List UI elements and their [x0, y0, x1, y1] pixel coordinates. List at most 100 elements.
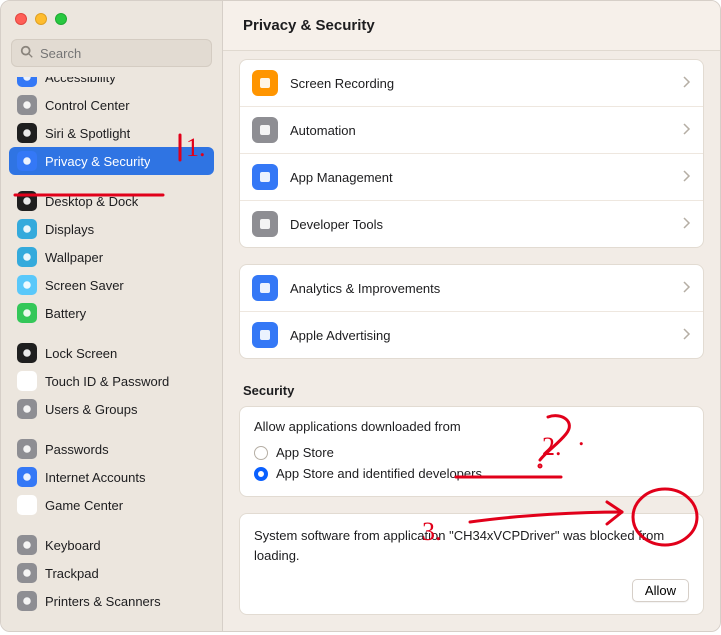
sidebar-item-users-groups[interactable]: Users & Groups: [9, 395, 214, 423]
sidebar-item-label: Displays: [45, 222, 94, 237]
chevron-right-icon: [683, 170, 691, 185]
sidebar-item-label: Battery: [45, 306, 86, 321]
sidebar: Accessibility Control Center Siri & Spotli…: [1, 1, 223, 631]
key-icon: [17, 439, 37, 459]
trackpad-icon: [17, 563, 37, 583]
sidebar-item-desktop-dock[interactable]: Desktop & Dock: [9, 187, 214, 215]
screensaver-icon: [17, 275, 37, 295]
sidebar-item-lock-screen[interactable]: Lock Screen: [9, 339, 214, 367]
automation-icon: [252, 117, 278, 143]
radio-label: App Store and identified developers: [276, 466, 482, 481]
sidebar-item-label: Lock Screen: [45, 346, 117, 361]
sidebar-item-label: Desktop & Dock: [45, 194, 138, 209]
sidebar-item-battery[interactable]: Battery: [9, 299, 214, 327]
dock-icon: [17, 191, 37, 211]
sidebar-item-siri-spotlight[interactable]: Siri & Spotlight: [9, 119, 214, 147]
wallpaper-icon: [17, 247, 37, 267]
sidebar-nav: Accessibility Control Center Siri & Spotli…: [1, 77, 222, 631]
zoom-window-button[interactable]: [55, 13, 67, 25]
radio-checked-icon: [254, 467, 268, 481]
sidebar-item-trackpad[interactable]: Trackpad: [9, 559, 214, 587]
sidebar-item-label: Siri & Spotlight: [45, 126, 130, 141]
main-pane: Privacy & Security Screen RecordingAutom…: [223, 1, 720, 631]
siri-icon: [17, 123, 37, 143]
chevron-right-icon: [683, 76, 691, 91]
screen-recording-icon: [252, 70, 278, 96]
row-label: Automation: [290, 123, 671, 138]
row-label: Developer Tools: [290, 217, 671, 232]
privacy-list-2: Analytics & Improvements Apple Advertisin…: [239, 264, 704, 359]
gamecenter-icon: [17, 495, 37, 515]
chevron-right-icon: [683, 217, 691, 232]
sidebar-item-passwords[interactable]: Passwords: [9, 435, 214, 463]
row-label: Analytics & Improvements: [290, 281, 671, 296]
blocked-app-name: "CH34xVCPDriver": [449, 528, 559, 543]
printer-icon: [17, 591, 37, 611]
sidebar-item-internet-accounts[interactable]: Internet Accounts: [9, 463, 214, 491]
sidebar-item-keyboard[interactable]: Keyboard: [9, 531, 214, 559]
download-sources-title: Allow applications downloaded from: [254, 419, 689, 434]
blocked-message: System software from application "CH34xV…: [254, 526, 689, 565]
sidebar-item-label: Screen Saver: [45, 278, 124, 293]
sidebar-item-screen-saver[interactable]: Screen Saver: [9, 271, 214, 299]
search-icon: [20, 45, 40, 62]
advertising-icon: [252, 322, 278, 348]
row-label: Apple Advertising: [290, 328, 671, 343]
window-controls: [1, 1, 222, 33]
minimize-window-button[interactable]: [35, 13, 47, 25]
devtools-icon: [252, 211, 278, 237]
sidebar-item-label: Keyboard: [45, 538, 101, 553]
sidebar-item-control-center[interactable]: Control Center: [9, 91, 214, 119]
sidebar-item-wallpaper[interactable]: Wallpaper: [9, 243, 214, 271]
download-sources-card: Allow applications downloaded from App S…: [239, 406, 704, 497]
radio-app-store[interactable]: App Store: [254, 442, 689, 463]
settings-row-automation[interactable]: Automation: [240, 106, 703, 153]
system-settings-window: Accessibility Control Center Siri & Spotli…: [0, 0, 721, 632]
chevron-right-icon: [683, 123, 691, 138]
sidebar-item-accessibility[interactable]: Accessibility: [9, 77, 214, 91]
close-window-button[interactable]: [15, 13, 27, 25]
chevron-right-icon: [683, 281, 691, 296]
sidebar-item-label: Game Center: [45, 498, 123, 513]
settings-row-developer-tools[interactable]: Developer Tools: [240, 200, 703, 247]
sidebar-item-game-center[interactable]: Game Center: [9, 491, 214, 519]
sidebar-item-label: Trackpad: [45, 566, 99, 581]
sidebar-item-label: Accessibility: [45, 77, 116, 85]
fingerprint-icon: [17, 371, 37, 391]
users-icon: [17, 399, 37, 419]
settings-row-app-management[interactable]: App Management: [240, 153, 703, 200]
chevron-right-icon: [683, 328, 691, 343]
allow-button[interactable]: Allow: [632, 579, 689, 602]
blocked-software-card: System software from application "CH34xV…: [239, 513, 704, 615]
keyboard-icon: [17, 535, 37, 555]
battery-icon: [17, 303, 37, 323]
search-input[interactable]: [40, 46, 203, 61]
sidebar-item-label: Printers & Scanners: [45, 594, 161, 609]
radio-app-store-identified[interactable]: App Store and identified developers: [254, 463, 689, 484]
sidebar-item-label: Control Center: [45, 98, 130, 113]
analytics-icon: [252, 275, 278, 301]
privacy-list-1: Screen Recording Automation App Management…: [239, 59, 704, 248]
sidebar-item-label: Touch ID & Password: [45, 374, 169, 389]
settings-row-screen-recording[interactable]: Screen Recording: [240, 60, 703, 106]
security-section-header: Security: [239, 375, 704, 406]
at-icon: [17, 467, 37, 487]
radio-unchecked-icon: [254, 446, 268, 460]
sidebar-item-label: Users & Groups: [45, 402, 137, 417]
content-scroll[interactable]: Screen Recording Automation App Management…: [223, 51, 720, 631]
sidebar-item-privacy-security[interactable]: Privacy & Security: [9, 147, 214, 175]
sidebar-item-printers-scanners[interactable]: Printers & Scanners: [9, 587, 214, 615]
control-center-icon: [17, 95, 37, 115]
sidebar-item-displays[interactable]: Displays: [9, 215, 214, 243]
search-field[interactable]: [11, 39, 212, 67]
sidebar-item-touch-id-password[interactable]: Touch ID & Password: [9, 367, 214, 395]
row-label: Screen Recording: [290, 76, 671, 91]
sidebar-item-label: Internet Accounts: [45, 470, 145, 485]
settings-row-apple-advertising[interactable]: Apple Advertising: [240, 311, 703, 358]
lock-icon: [17, 343, 37, 363]
accessibility-icon: [17, 77, 37, 87]
row-label: App Management: [290, 170, 671, 185]
settings-row-analytics-improvements[interactable]: Analytics & Improvements: [240, 265, 703, 311]
sidebar-item-label: Privacy & Security: [45, 154, 150, 169]
app-mgmt-icon: [252, 164, 278, 190]
